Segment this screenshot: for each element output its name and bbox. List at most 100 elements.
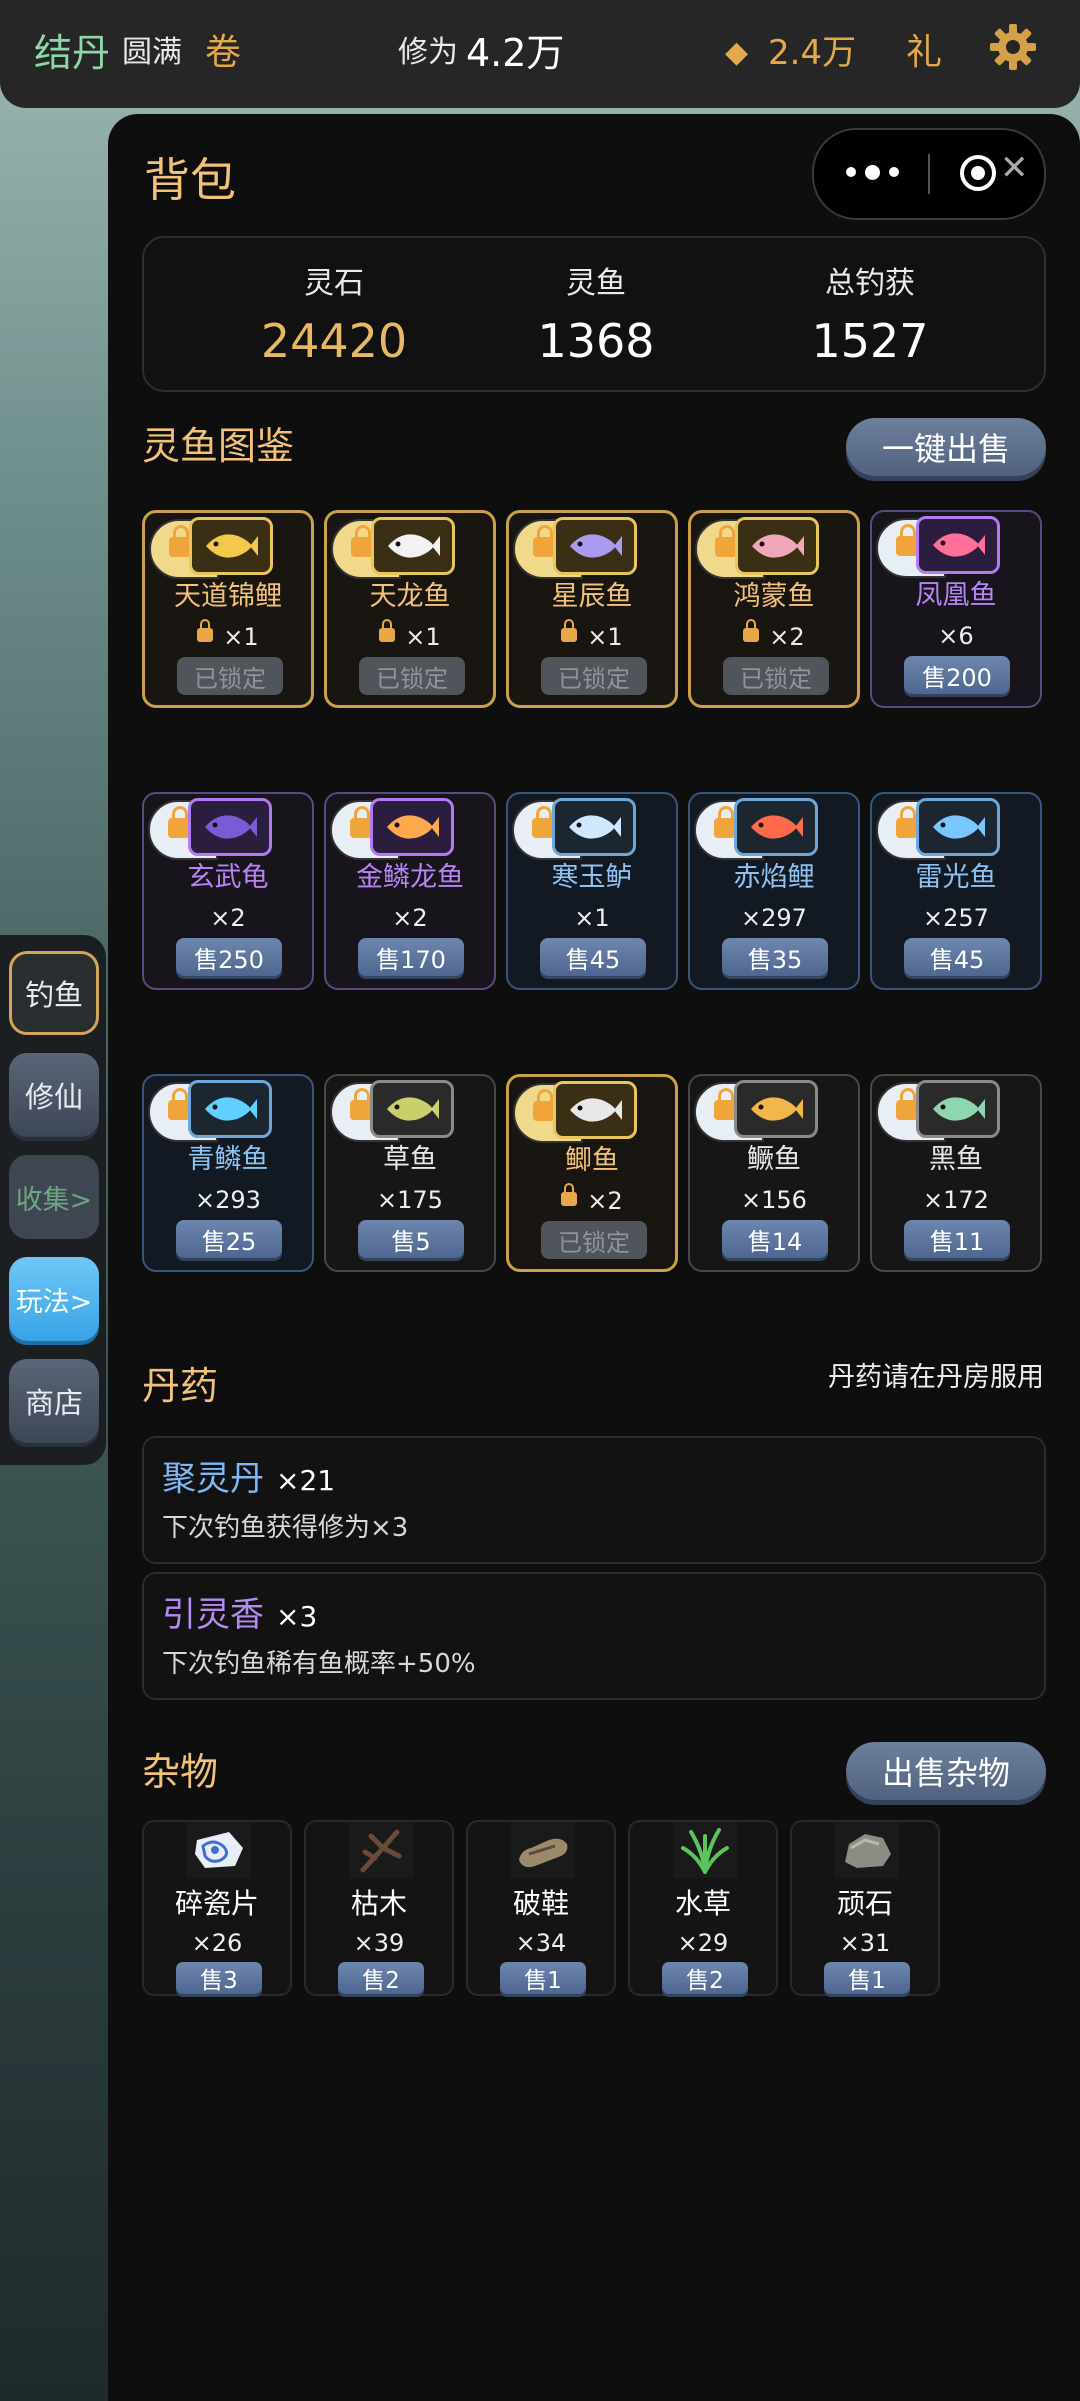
misc-sell-button[interactable]: 售1: [824, 1962, 910, 1994]
misc-item[interactable]: 枯木 ×39 售2: [304, 1820, 454, 1996]
fish-count: ×6: [938, 622, 974, 650]
nav-gameplay[interactable]: 玩法>: [9, 1257, 99, 1341]
sell-fish-button[interactable]: 售35: [722, 938, 828, 976]
lock-icon: [350, 806, 372, 838]
sell-fish-button[interactable]: 售11: [904, 1220, 1010, 1258]
misc-item[interactable]: 破鞋 ×34 售1: [466, 1820, 616, 1996]
fish-card[interactable]: 鲫鱼 ×2 已锁定: [506, 1074, 678, 1272]
misc-count: ×31: [839, 1929, 891, 1957]
fish-card[interactable]: 鳜鱼 ×156 售14: [688, 1074, 860, 1272]
misc-name: 碎瓷片: [174, 1887, 259, 1920]
fish-card[interactable]: 天道锦鲤 ×1 已锁定: [142, 510, 314, 708]
fish-card[interactable]: 雷光鱼 ×257 售45: [870, 792, 1042, 990]
locked-icon: [561, 1183, 578, 1206]
lock-icon: [350, 1088, 372, 1120]
sell-fish-button[interactable]: 售25: [176, 1220, 282, 1258]
fish-card[interactable]: 寒玉鲈 ×1 售45: [506, 792, 678, 990]
cultivation-realm: 结丹: [34, 31, 111, 75]
sell-fish-button[interactable]: 售45: [904, 938, 1010, 976]
fish-name: 黑鱼: [929, 1144, 983, 1175]
porcelain-shard-icon: [187, 1822, 251, 1878]
fish-card[interactable]: 草鱼 ×175 售5: [324, 1074, 496, 1272]
lock-icon: [168, 806, 190, 838]
fish-icon: [370, 798, 454, 856]
fish-icon: [189, 517, 273, 575]
sell-fish-button[interactable]: 售200: [904, 656, 1010, 694]
lock-icon: [169, 525, 191, 557]
nav-cultivate[interactable]: 修仙: [9, 1053, 99, 1137]
gift-button[interactable]: 礼: [906, 28, 942, 78]
target-icon[interactable]: [959, 154, 997, 192]
fish-name: 玄武龟: [187, 862, 269, 893]
misc-sell-button[interactable]: 售2: [338, 1962, 424, 1994]
locked-status: 已锁定: [177, 657, 283, 695]
sell-fish-button[interactable]: 售250: [176, 938, 282, 976]
sell-misc-button[interactable]: 出售杂物: [846, 1742, 1046, 1800]
lock-icon: [532, 806, 554, 838]
fish-card[interactable]: 鸿蒙鱼 ×2 已锁定: [688, 510, 860, 708]
nav-fishing[interactable]: 钓鱼: [9, 951, 99, 1035]
sell-fish-button[interactable]: 售14: [722, 1220, 828, 1258]
fish-card[interactable]: 青鳞鱼 ×293 售25: [142, 1074, 314, 1272]
fish-count-row: ×257: [872, 900, 1040, 936]
fish-count-row: ×2: [509, 1183, 675, 1219]
fish-count: ×172: [923, 1186, 989, 1214]
water-weed-icon: [673, 1822, 737, 1878]
locked-icon: [197, 619, 214, 642]
fish-card[interactable]: 黑鱼 ×172 售11: [870, 1074, 1042, 1272]
locked-icon: [379, 619, 396, 642]
elixir-item[interactable]: 聚灵丹 ×21 下次钓鱼获得修为×3: [142, 1436, 1046, 1564]
fish-card[interactable]: 金鳞龙鱼 ×2 售170: [324, 792, 496, 990]
lock-icon: [715, 525, 737, 557]
fish-count: ×1: [574, 904, 610, 932]
fish-count: ×1: [223, 623, 259, 651]
misc-sell-button[interactable]: 售2: [662, 1962, 748, 1994]
sell-fish-button[interactable]: 售170: [358, 938, 464, 976]
more-icon[interactable]: [842, 160, 902, 184]
cultivation-value: 4.2万: [466, 31, 565, 75]
stat-label: 灵石: [304, 266, 364, 301]
stat-total-catch: 总钓获 1527: [750, 262, 990, 372]
misc-section-title: 杂物: [142, 1750, 219, 1794]
fish-count: ×293: [195, 1186, 261, 1214]
top-status-bar: 结丹 圆满 卷 修为 4.2万 ◆ 2.4万 礼: [0, 0, 1080, 108]
fish-card[interactable]: 赤焰鲤 ×297 售35: [688, 792, 860, 990]
misc-item[interactable]: 碎瓷片 ×26 售3: [142, 1820, 292, 1996]
fish-count: ×297: [741, 904, 807, 932]
locked-icon: [561, 619, 578, 642]
misc-count: ×34: [515, 1929, 567, 1957]
close-icon[interactable]: ✕: [1000, 148, 1029, 188]
sell-all-button[interactable]: 一键出售: [846, 418, 1046, 476]
sell-fish-button[interactable]: 售45: [540, 938, 646, 976]
elixir-name: 聚灵丹: [162, 1459, 264, 1499]
fish-count-row: ×2: [691, 619, 857, 655]
lock-icon: [714, 806, 736, 838]
misc-sell-button[interactable]: 售1: [500, 1962, 586, 1994]
gem-value: 2.4万: [768, 33, 857, 73]
gear-icon[interactable]: [988, 22, 1038, 82]
misc-item[interactable]: 水草 ×29 售2: [628, 1820, 778, 1996]
fish-card[interactable]: 天龙鱼 ×1 已锁定: [324, 510, 496, 708]
misc-name: 枯木: [350, 1887, 407, 1920]
lock-icon: [714, 1088, 736, 1120]
misc-item[interactable]: 顽石 ×31 售1: [790, 1820, 940, 1996]
fish-count: ×2: [769, 623, 805, 651]
nav-collection[interactable]: 收集>: [9, 1155, 99, 1239]
fish-card[interactable]: 星辰鱼 ×1 已锁定: [506, 510, 678, 708]
locked-icon: [743, 619, 760, 642]
fish-count: ×1: [587, 623, 623, 651]
elixir-count: ×21: [276, 1464, 336, 1497]
elixir-item[interactable]: 引灵香 ×3 下次钓鱼稀有鱼概率+50%: [142, 1572, 1046, 1700]
fish-icon: [553, 517, 637, 575]
fish-name: 星辰鱼: [551, 581, 633, 612]
fish-card[interactable]: 凤凰鱼 ×6 售200: [870, 510, 1042, 708]
stats-box: 灵石 24420 灵鱼 1368 总钓获 1527: [142, 236, 1046, 392]
elixir-desc: 下次钓鱼获得修为×3: [162, 1513, 409, 1543]
misc-sell-button[interactable]: 售3: [176, 1962, 262, 1994]
nav-shop[interactable]: 商店: [9, 1359, 99, 1443]
scroll-button[interactable]: 卷: [205, 28, 241, 78]
fish-card[interactable]: 玄武龟 ×2 售250: [142, 792, 314, 990]
elixir-section-title: 丹药: [142, 1364, 219, 1408]
fish-name: 天道锦鲤: [174, 581, 282, 612]
sell-fish-button[interactable]: 售5: [358, 1220, 464, 1258]
